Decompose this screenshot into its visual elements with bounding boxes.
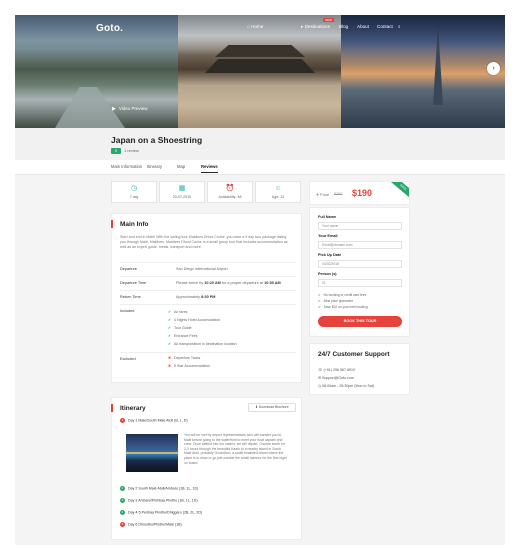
play-icon: ▶ (112, 106, 116, 112)
support-email: Support@Goto.com (322, 376, 354, 380)
search-icon[interactable]: ⌕ (398, 24, 401, 29)
tab-reviews[interactable]: Reviews (201, 164, 218, 173)
day-marker-icon: 6 (120, 522, 125, 527)
nav-about[interactable]: About (357, 24, 369, 29)
excluded-item: ✖ 5 Star Accommodation (168, 364, 211, 368)
full-name-input[interactable]: Your name (318, 222, 402, 230)
check-icon: ✔ (318, 299, 321, 303)
nav-destinations[interactable]: ▸ Destinations (301, 24, 330, 30)
current-price: $190 (352, 188, 373, 198)
tab-main-information[interactable]: Main Information (111, 164, 142, 169)
stat-duration: ◷ 7 day (111, 181, 157, 203)
itinerary-day-image (126, 434, 178, 472)
departure-time-row: Departure Time Please arrive by 10:20 AM… (120, 276, 296, 290)
itinerary-day-1-text: You will be met by airport representativ… (184, 433, 287, 465)
itinerary-panel: Itinerary ⬇ Download Brochure 1 Day 1 Mal… (111, 397, 302, 540)
stat-date: ▦ 20-07-2015 (159, 181, 205, 203)
video-preview-button[interactable]: ▶ Video Preview (112, 106, 148, 112)
persons-input[interactable]: 01 (318, 279, 402, 287)
departure-row: Departure San Diego International Airpor… (120, 262, 296, 276)
calendar-icon: ▦ (178, 185, 186, 192)
itinerary-title: Itinerary (120, 405, 146, 412)
check-icon: ✔ (168, 334, 172, 338)
included-item: ✔ 4 Nights Hotel Accomodation (168, 318, 221, 322)
check-icon: ✔ (318, 293, 321, 297)
rating-badge: 9 (111, 148, 121, 154)
day-marker-icon: 4 (120, 510, 125, 515)
cross-icon: ✖ (168, 364, 172, 368)
tab-map[interactable]: Map (177, 164, 185, 169)
day-marker-icon: 2 (120, 486, 125, 491)
support-phone: (+91) 256 567 8910 (323, 368, 355, 372)
stat-availability: ⏰ Availability: 48 (207, 181, 253, 203)
save-ribbon: SAVE (386, 182, 409, 202)
main-info-panel: Main Info Start and end in Malé! With th… (111, 213, 302, 383)
check-icon: ✔ (168, 342, 172, 346)
check-icon: ✔ (318, 305, 321, 309)
pick-up-date-input[interactable]: 03/02/2018 (318, 260, 402, 268)
nav-blog[interactable]: Blog (339, 24, 348, 29)
included-item: ✔ Entrance Fees (168, 334, 198, 338)
check-icon: ✔ (168, 326, 172, 330)
itinerary-day-4[interactable]: 4 Day 4-5 Penbaa Pindhu/Dhiggaru (2B, 2L,… (120, 510, 202, 515)
tour-tabs: Main Information Itinerary Map Reviews (15, 160, 505, 175)
person-icon: ☺ (274, 185, 282, 192)
included-item: ✔ All transportation in destination locat… (168, 342, 237, 346)
alarm-icon: ⏰ (225, 185, 235, 192)
slider-next-button[interactable]: › (487, 62, 500, 75)
old-price: $250 (334, 192, 343, 196)
email-input[interactable]: Email@domain.com (318, 241, 402, 249)
tab-itinerary[interactable]: Itinerary (147, 164, 162, 169)
main-info-title: Main Info (120, 221, 149, 228)
itinerary-day-2[interactable]: 2 Day 2 South Malé Atoll/Ambaru (1B, 1L, … (120, 486, 198, 491)
customer-support-box: 24/7 Customer Support ☏ (+91) 256 567 89… (309, 343, 410, 395)
day-marker-icon: 1 (120, 418, 125, 423)
nav-contact[interactable]: Contact (377, 24, 393, 29)
price-box: ✈ From $250 $190 SAVE (309, 181, 410, 205)
included-item: ✔ Air fares (168, 310, 188, 314)
clock-icon: ◷ (130, 185, 138, 192)
return-time-row: Return Time Approximately 8:30 PM (120, 290, 296, 304)
support-title: 24/7 Customer Support (318, 351, 390, 358)
itinerary-day-6[interactable]: 6 Day 6 Dhoodhu/Pindhu/Malé (1B) (120, 522, 182, 527)
tour-header: Japan on a Shoestring 9 1 review (15, 128, 505, 160)
nav-home[interactable]: Home (247, 24, 263, 29)
check-icon: ✔ (168, 310, 172, 314)
excluded-item: ✖ Departure Taxes (168, 356, 201, 360)
stat-age: ☺ Age: 13 (255, 181, 301, 203)
review-count[interactable]: 1 review (124, 148, 139, 154)
check-icon: ✔ (168, 318, 172, 322)
main-info-description: Start and end in Malé! With the sailing … (120, 235, 288, 250)
book-this-tour-button[interactable]: BOOK THIS TOUR (318, 316, 402, 327)
cross-icon: ✖ (168, 356, 172, 360)
included-item: ✔ Tour Guide (168, 326, 192, 330)
day-marker-icon: 3 (120, 498, 125, 503)
page-title: Japan on a Shoestring (111, 135, 203, 145)
itinerary-day-3[interactable]: 3 Day 3 Ambaru/Pinhbaa Pindhu (1B, 1L, 1D… (120, 498, 198, 503)
booking-note: ✔ No booking or credit card fees (318, 293, 367, 297)
booking-note: ✔ Best price guarantee (318, 299, 354, 303)
booking-note: ✔ Save $10 on your next booking (318, 305, 368, 309)
download-brochure-button[interactable]: ⬇ Download Brochure (248, 403, 296, 412)
support-hours: 08:00am - 05:30pm (Mon to Sat) (322, 384, 375, 388)
nav-new-badge: NEW (323, 18, 334, 22)
booking-form: Full Name Your name Your Email Email@dom… (309, 207, 410, 337)
itinerary-day-1[interactable]: 1 Day 1 Male/South Malé Atoll (B, L, D) (120, 418, 188, 423)
main-nav: Home ▸ Destinations Blog About Contact ⌕ (0, 24, 520, 34)
